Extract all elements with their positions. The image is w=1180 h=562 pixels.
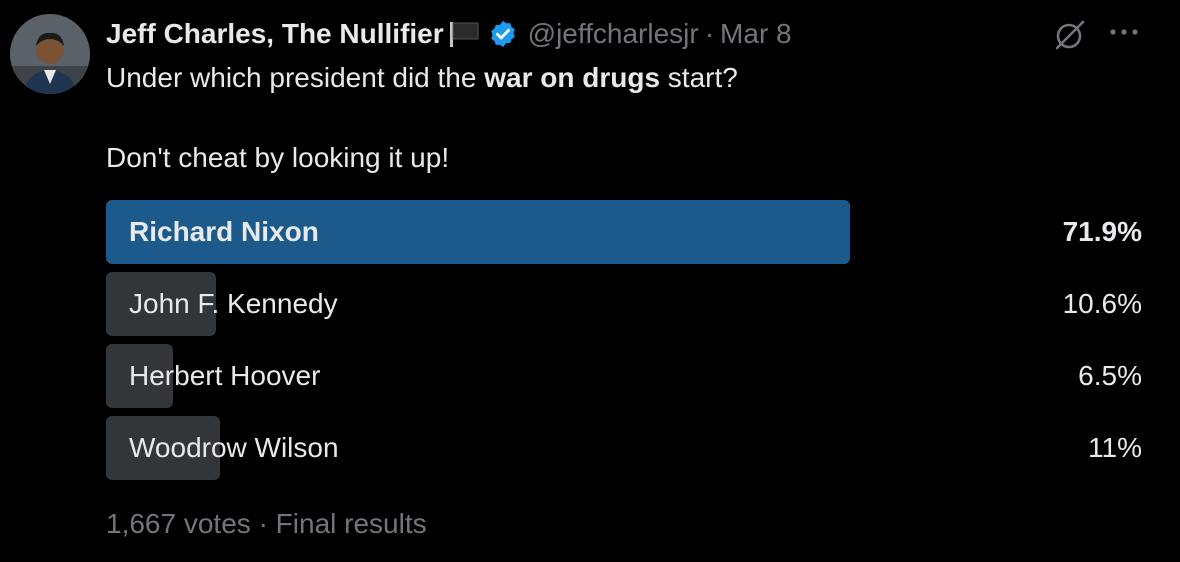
poll-option-percent: 10.6% (1062, 288, 1142, 319)
poll-option-label: Woodrow Wilson (129, 432, 339, 463)
poll-option: Woodrow Wilson 11% (106, 416, 1142, 480)
poll-option-percent: 71.9% (1062, 216, 1142, 247)
poll-option: John F. Kennedy 10.6% (106, 272, 1142, 336)
grok-icon[interactable] (1053, 18, 1087, 57)
tweet-second-line: Don't cheat by looking it up! (106, 142, 450, 173)
poll: Richard Nixon 71.9% John F. Kennedy 10.6… (106, 200, 1142, 488)
poll-option-label: Richard Nixon (129, 216, 319, 247)
author-handle[interactable]: @jeffcharlesjr (528, 18, 699, 50)
tweet-header: Jeff Charles, The Nullifier @jeffcharles… (106, 14, 792, 54)
poll-option: Richard Nixon 71.9% (106, 200, 1142, 264)
verified-badge-icon[interactable] (488, 19, 518, 49)
tweet-bold-phrase: war on drugs (484, 62, 661, 93)
poll-option: Herbert Hoover 6.5% (106, 344, 1142, 408)
author-name[interactable]: Jeff Charles, The Nullifier (106, 18, 444, 50)
poll-status: Final results (275, 508, 427, 539)
poll-votes: 1,667 votes (106, 508, 251, 539)
header-separator: · (704, 18, 715, 49)
more-icon[interactable] (1108, 20, 1140, 49)
tweet-date[interactable]: Mar 8 (720, 18, 792, 50)
avatar[interactable] (10, 14, 90, 94)
poll-footer-separator: · (258, 508, 268, 539)
tweet-text: Under which president did the war on dru… (106, 58, 1156, 178)
avatar-image (10, 14, 90, 94)
tweet-question: Under which president did the war on dru… (106, 62, 738, 93)
poll-option-percent: 11% (1088, 432, 1142, 463)
poll-option-label: Herbert Hoover (129, 360, 321, 391)
poll-option-label: John F. Kennedy (129, 288, 338, 319)
poll-option-percent: 6.5% (1078, 360, 1142, 391)
poll-footer: 1,667 votes · Final results (106, 504, 427, 544)
black-flag-icon (448, 20, 480, 48)
